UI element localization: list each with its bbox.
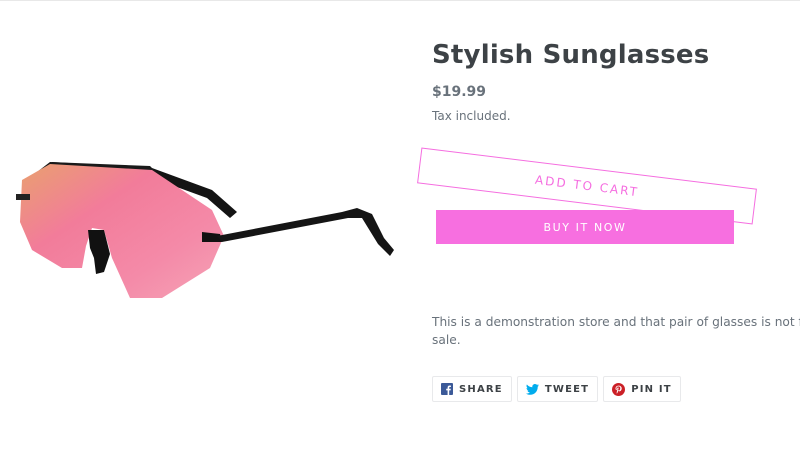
pinterest-icon — [612, 382, 626, 396]
description-line: sale. — [432, 333, 461, 347]
buy-now-button[interactable]: BUY IT NOW — [436, 210, 734, 244]
twitter-share-button[interactable]: TWEET — [516, 376, 599, 402]
facebook-share-label: SHARE — [459, 383, 503, 395]
social-share-buttons: SHARE TWEET PIN IT — [432, 376, 681, 402]
product-price: $19.99 — [432, 84, 487, 100]
sunglasses-icon — [16, 162, 394, 298]
tax-note: Tax included. — [432, 109, 511, 123]
pinterest-share-label: PIN IT — [631, 383, 672, 395]
product-description: This is a demonstration store and that p… — [432, 313, 800, 349]
description-line: This is a demonstration store and that p… — [432, 315, 800, 329]
product-image[interactable] — [12, 150, 402, 310]
facebook-share-button[interactable]: SHARE — [432, 376, 512, 402]
facebook-icon — [441, 383, 453, 395]
product-title: Stylish Sunglasses — [432, 40, 710, 70]
twitter-share-label: TWEET — [544, 383, 590, 395]
twitter-icon — [525, 383, 539, 395]
pinterest-share-button[interactable]: PIN IT — [603, 376, 681, 402]
header-divider — [0, 0, 800, 1]
product-page: Stylish Sunglasses $19.99 Tax included. … — [0, 0, 800, 450]
